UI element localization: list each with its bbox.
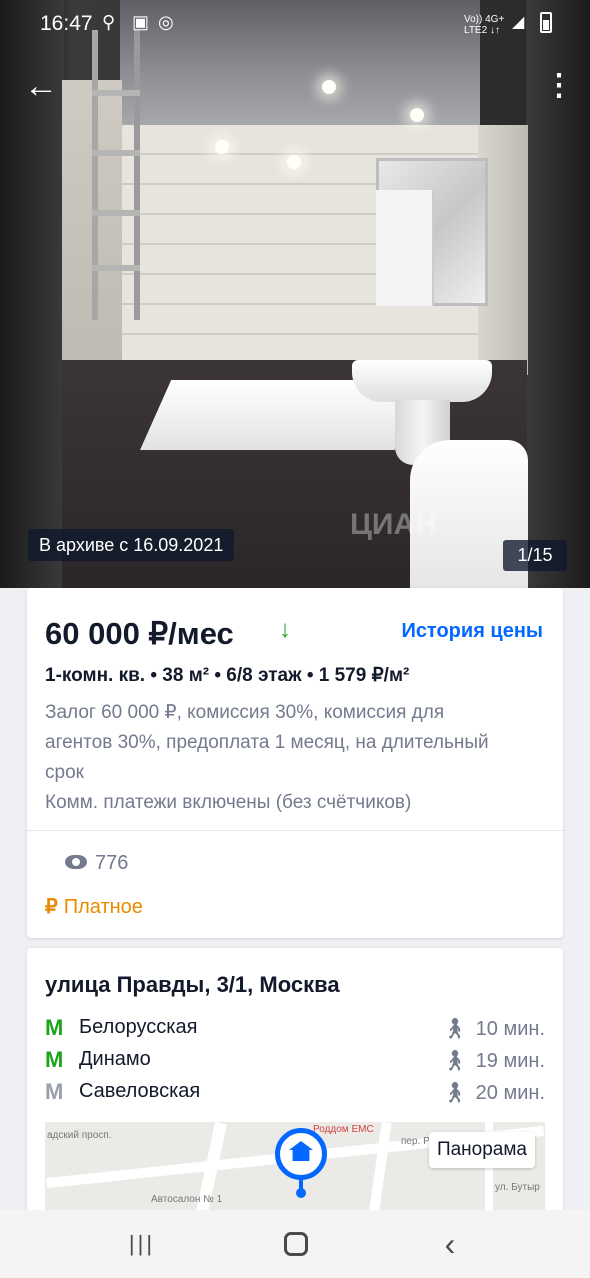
panorama-button[interactable]: Панорама xyxy=(428,1132,535,1168)
walking-person-icon: 🚶︎ xyxy=(442,1082,468,1104)
views-value: 776 xyxy=(95,852,129,874)
address: улица Правды, 3/1, Москва xyxy=(45,972,340,997)
home-icon[interactable] xyxy=(276,1228,316,1260)
metro-icon: M xyxy=(45,1079,64,1104)
pin-dot xyxy=(296,1188,306,1198)
network-top-label: Vo)) 4G+ xyxy=(464,14,505,25)
photo-sink xyxy=(352,360,492,402)
walking-person-icon: 🚶︎ xyxy=(442,1050,468,1072)
address-card: улица Правды, 3/1, Москва M Белорусская … xyxy=(27,948,563,1218)
photo-ceiling-light xyxy=(215,140,229,154)
more-menu-icon[interactable]: ⋮ xyxy=(544,66,574,106)
battery-icon xyxy=(540,12,552,33)
camera-icon: ▣ xyxy=(132,12,150,32)
price-down-arrow-icon: ↓ xyxy=(279,616,291,643)
metro-station: M Белорусская 🚶︎ 10 мин. xyxy=(45,1016,545,1044)
nav-back-icon[interactable]: ‹ xyxy=(430,1228,470,1260)
terms-text: Залог 60 000 ₽, комиссия 30%, комиссия д… xyxy=(45,702,489,783)
location-pin-icon[interactable] xyxy=(275,1128,327,1180)
recent-apps-icon[interactable]: ||| xyxy=(122,1228,162,1260)
network-bottom-label: LTE2 ↓↑ xyxy=(464,25,500,36)
photo-towel-rack xyxy=(92,30,140,320)
photo-rack-bar xyxy=(92,90,140,96)
metro-name: Белорусская xyxy=(79,1016,198,1038)
photo-counter: 1/15 xyxy=(503,540,567,571)
status-time: 16:47 xyxy=(40,12,93,35)
photo-rack-bar xyxy=(92,150,140,156)
photo-watermark: ЦИАН xyxy=(350,508,437,541)
network-indicator: Vo)) 4G+ LTE2 ↓↑ xyxy=(464,14,504,36)
paid-label-text: Платное xyxy=(63,896,143,918)
map-label: Роддом ЕМС xyxy=(313,1124,374,1135)
price: 60 000 ₽/мес xyxy=(45,616,234,651)
photo-rack-bar xyxy=(92,210,140,216)
views-count: 776 xyxy=(65,852,128,875)
map-road xyxy=(368,1122,392,1218)
signal-icon: ◢ xyxy=(512,14,525,31)
metro-walk-time: 🚶︎ 19 мин. xyxy=(442,1048,545,1073)
shazam-icon: ◎ xyxy=(158,12,174,32)
ruble-icon: ₽ xyxy=(45,896,58,918)
photo-ceiling-light xyxy=(287,155,301,169)
search-icon: ⚲ xyxy=(102,12,116,32)
metro-station: M Савеловская 🚶︎ 20 мин. xyxy=(45,1080,545,1108)
metro-walk-time: 🚶︎ 20 мин. xyxy=(442,1080,545,1105)
location-map[interactable]: Автосалон № 1 Роддом ЕМС адский просп. п… xyxy=(45,1122,545,1218)
metro-station: M Динамо 🚶︎ 19 мин. xyxy=(45,1048,545,1076)
price-history-link[interactable]: История цены xyxy=(401,620,543,643)
paid-listing-label: ₽ Платное xyxy=(45,894,143,919)
walk-time-value: 20 мин. xyxy=(475,1082,545,1104)
price-card: 60 000 ₽/мес ↓ История цены 1-комн. кв. … xyxy=(27,588,563,938)
walking-person-icon: 🚶︎ xyxy=(442,1018,468,1040)
photo-cabinet xyxy=(376,190,434,306)
status-bar: 16:47 ⚲ ▣ ◎ Vo)) 4G+ LTE2 ↓↑ ◢ xyxy=(0,0,590,48)
metro-icon: M xyxy=(45,1015,64,1040)
eye-icon xyxy=(65,854,87,869)
metro-name: Динамо xyxy=(79,1048,151,1070)
map-label: ул. Бутыр xyxy=(495,1182,540,1193)
archive-badge: В архиве с 16.09.2021 xyxy=(28,529,235,561)
system-nav-bar: ||| ‹ xyxy=(0,1210,590,1278)
walk-time-value: 19 мин. xyxy=(475,1050,545,1072)
metro-name: Савеловская xyxy=(79,1080,201,1102)
photo-rack-bar xyxy=(92,265,140,271)
metro-walk-time: 🚶︎ 10 мин. xyxy=(442,1016,545,1041)
listing-photo[interactable]: ЦИАН xyxy=(0,0,590,588)
utilities-text: Комм. платежи включены (без счётчиков) xyxy=(45,792,412,813)
walk-time-value: 10 мин. xyxy=(475,1018,545,1040)
photo-ceiling-light xyxy=(410,108,424,122)
rental-terms: Залог 60 000 ₽, комиссия 30%, комиссия д… xyxy=(45,698,515,818)
map-label: Автосалон № 1 xyxy=(151,1194,223,1205)
metro-icon: M xyxy=(45,1047,64,1072)
apartment-specs: 1-комн. кв. • 38 м² • 6/8 этаж • 1 579 ₽… xyxy=(45,665,410,686)
divider xyxy=(27,830,563,831)
photo-ceiling-light xyxy=(322,80,336,94)
map-label: адский просп. xyxy=(47,1130,112,1141)
back-arrow-icon[interactable]: ← xyxy=(24,66,64,106)
